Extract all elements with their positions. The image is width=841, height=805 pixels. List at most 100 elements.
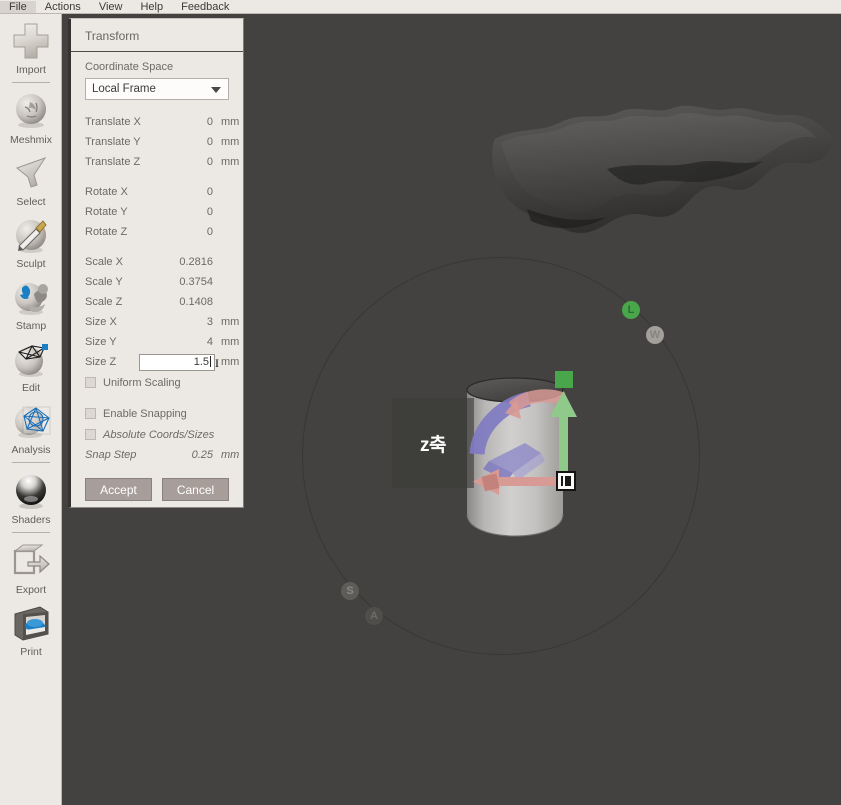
- accept-button[interactable]: Accept: [85, 478, 152, 501]
- chevron-down-icon: [211, 87, 221, 93]
- row-rotate-x[interactable]: Rotate X 0: [85, 182, 229, 202]
- row-translate-z[interactable]: Translate Z 0 mm: [85, 152, 239, 172]
- menu-item-actions[interactable]: Actions: [36, 1, 90, 13]
- gizmo-scale-handle-z: [555, 371, 573, 388]
- tool-edit[interactable]: Edit: [0, 338, 62, 394]
- absolute-coords-checkbox-row: Absolute Coords/Sizes: [85, 424, 229, 445]
- menu-item-feedback[interactable]: Feedback: [172, 1, 238, 13]
- transform-gizmo[interactable]: [417, 369, 617, 549]
- stamp-icon: [10, 276, 52, 318]
- menu-item-help[interactable]: Help: [131, 1, 172, 13]
- size-y-value[interactable]: 4: [169, 336, 215, 348]
- tool-print[interactable]: Print: [0, 602, 62, 658]
- scale-z-value[interactable]: 0.1408: [169, 296, 215, 308]
- row-rotate-y[interactable]: Rotate Y 0: [85, 202, 229, 222]
- tool-stamp-label: Stamp: [15, 320, 47, 332]
- enable-snapping-checkbox-row[interactable]: Enable Snapping: [85, 403, 229, 424]
- translate-y-label: Translate Y: [85, 136, 141, 148]
- orbit-marker-l-label: L: [627, 304, 635, 316]
- menu-item-view[interactable]: View: [90, 1, 132, 13]
- mesh-object[interactable]: [487, 99, 837, 249]
- size-x-label: Size X: [85, 316, 117, 328]
- tool-divider-1: [11, 82, 50, 83]
- export-arrow-icon: [10, 540, 52, 582]
- translate-y-unit: mm: [221, 136, 240, 148]
- orbit-marker-s[interactable]: S: [341, 582, 359, 600]
- orbit-marker-l[interactable]: L: [622, 301, 640, 319]
- scale-y-label: Scale Y: [85, 276, 123, 288]
- size-y-unit: mm: [221, 336, 240, 348]
- tool-meshmix[interactable]: Meshmix: [0, 90, 62, 146]
- translate-y-value[interactable]: 0: [169, 136, 215, 148]
- transform-panel: Transform Coordinate Space Local Frame T…: [68, 18, 244, 508]
- scale-z-label: Scale Z: [85, 296, 123, 308]
- tool-sculpt[interactable]: Sculpt: [0, 214, 62, 270]
- tool-divider-3: [11, 532, 50, 533]
- absolute-coords-label: Absolute Coords/Sizes: [103, 428, 215, 441]
- tool-select-label: Select: [16, 196, 46, 208]
- row-size-z[interactable]: Size Z 1.5 I mm: [85, 352, 239, 372]
- row-scale-y[interactable]: Scale Y 0.3754: [85, 272, 229, 292]
- scale-x-value[interactable]: 0.2816: [169, 256, 215, 268]
- snap-step-value: 0.25: [191, 449, 213, 461]
- orbit-marker-a[interactable]: A: [365, 607, 383, 625]
- tool-select[interactable]: Select: [0, 152, 62, 208]
- tool-sculpt-label: Sculpt: [16, 258, 46, 270]
- tool-import[interactable]: Import: [0, 20, 62, 76]
- coordinate-space-select[interactable]: Local Frame: [85, 78, 229, 100]
- translate-z-unit: mm: [221, 156, 240, 168]
- orbit-marker-w-label: W: [649, 329, 661, 341]
- tool-analysis[interactable]: Analysis: [0, 400, 62, 456]
- uniform-scaling-checkbox-row[interactable]: Uniform Scaling: [85, 372, 229, 393]
- row-scale-z[interactable]: Scale Z 0.1408: [85, 292, 229, 312]
- size-y-label: Size Y: [85, 336, 117, 348]
- tool-stamp[interactable]: Stamp: [0, 276, 62, 332]
- rotate-x-value[interactable]: 0: [169, 186, 215, 198]
- tool-shaders[interactable]: Shaders: [0, 470, 62, 526]
- tool-export-label: Export: [15, 584, 47, 596]
- tool-export[interactable]: Export: [0, 540, 62, 596]
- tool-import-label: Import: [16, 64, 46, 76]
- snap-step-label: Snap Step: [85, 449, 137, 461]
- rotate-y-value[interactable]: 0: [169, 206, 215, 218]
- cursor-arrow-icon: [10, 152, 52, 194]
- translate-z-value[interactable]: 0: [169, 156, 215, 168]
- size-x-unit: mm: [221, 316, 240, 328]
- translate-x-unit: mm: [221, 116, 240, 128]
- scale-x-label: Scale X: [85, 256, 123, 268]
- rotate-z-label: Rotate Z: [85, 226, 128, 238]
- tool-rail: Import Meshmix Select Sculpt Stamp Edit …: [0, 14, 62, 805]
- uniform-scaling-checkbox[interactable]: [85, 377, 96, 388]
- row-rotate-z[interactable]: Rotate Z 0: [85, 222, 229, 242]
- menu-item-file[interactable]: File: [0, 0, 36, 13]
- gizmo-scale-handle-x: [481, 473, 500, 492]
- plus-icon: [10, 20, 52, 62]
- row-scale-x[interactable]: Scale X 0.2816: [85, 252, 229, 272]
- enable-snapping-label: Enable Snapping: [103, 407, 187, 420]
- coordinate-space-value: Local Frame: [92, 83, 156, 95]
- edit-mesh-icon: [10, 338, 52, 380]
- translate-z-label: Translate Z: [85, 156, 141, 168]
- size-z-value: 1.5: [193, 355, 209, 368]
- translate-x-value[interactable]: 0: [169, 116, 215, 128]
- row-size-x[interactable]: Size X 3 mm: [85, 312, 239, 332]
- orbit-marker-s-label: S: [346, 585, 354, 597]
- rotate-z-value[interactable]: 0: [169, 226, 215, 238]
- panel-buttons: Accept Cancel: [85, 478, 229, 501]
- cancel-button[interactable]: Cancel: [162, 478, 229, 501]
- row-translate-x[interactable]: Translate X 0 mm: [85, 112, 239, 132]
- row-size-y[interactable]: Size Y 4 mm: [85, 332, 239, 352]
- row-translate-y[interactable]: Translate Y 0 mm: [85, 132, 239, 152]
- tool-meshmix-label: Meshmix: [9, 134, 52, 146]
- size-z-input[interactable]: 1.5 I: [139, 353, 219, 371]
- menubar: File Actions View Help Feedback: [0, 0, 841, 14]
- rotate-x-label: Rotate X: [85, 186, 128, 198]
- size-x-value[interactable]: 3: [169, 316, 215, 328]
- ibeam-cursor-icon: I: [215, 355, 219, 370]
- orbit-marker-w[interactable]: W: [646, 326, 664, 344]
- enable-snapping-checkbox[interactable]: [85, 408, 96, 419]
- uniform-scaling-label: Uniform Scaling: [103, 376, 181, 389]
- scale-y-value[interactable]: 0.3754: [169, 276, 215, 288]
